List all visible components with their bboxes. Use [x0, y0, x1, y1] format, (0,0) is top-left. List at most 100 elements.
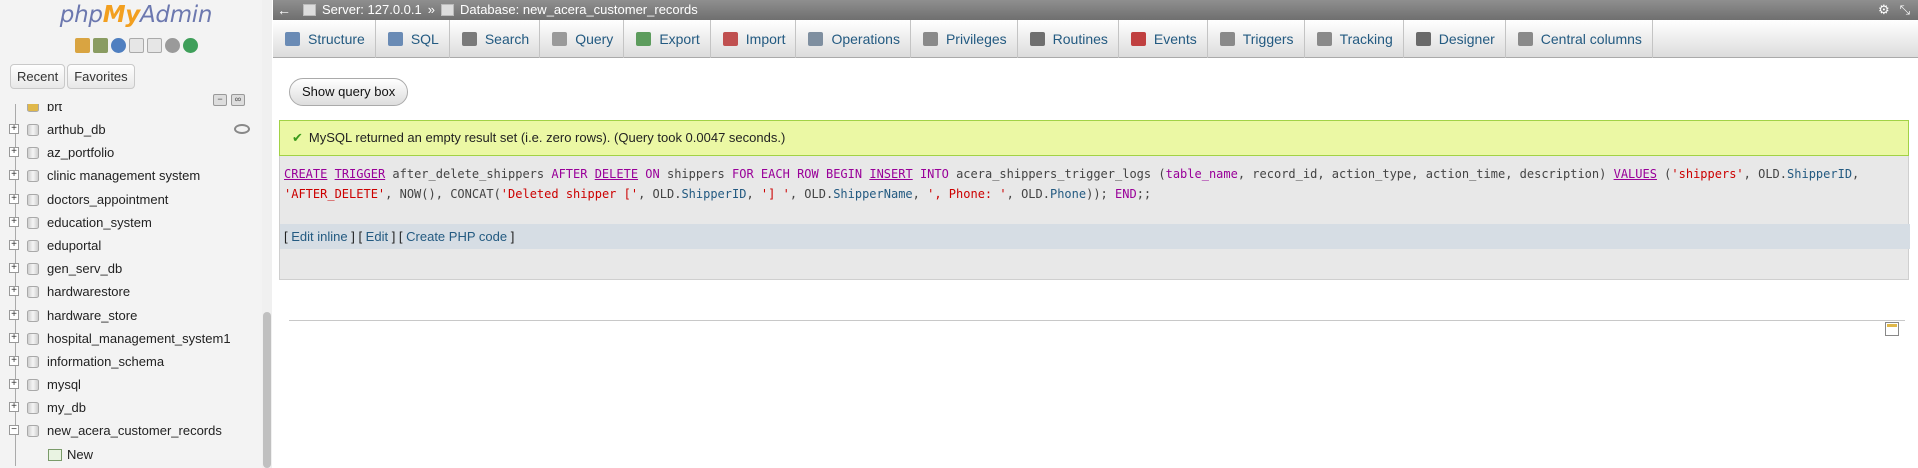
help-icon[interactable] [110, 38, 126, 53]
sql-keyword[interactable]: TRIGGER [335, 167, 386, 181]
tab-designer[interactable]: Designer [1404, 20, 1506, 58]
database-item-eduportal[interactable]: + eduportal [0, 233, 258, 258]
tab-routines[interactable]: Routines [1018, 20, 1119, 58]
database-item-mysql[interactable]: + mysql [0, 373, 258, 397]
edit-inline-link[interactable]: Edit inline [291, 229, 347, 244]
tab-operations[interactable]: Operations [796, 20, 911, 58]
expand-icon[interactable]: + [9, 263, 19, 274]
database-item-hardwarestore[interactable]: + hardwarestore [0, 280, 258, 304]
expand-icon[interactable]: + [9, 170, 19, 181]
database-item-information-schema[interactable]: + information_schema [0, 349, 258, 374]
home-icon[interactable] [74, 38, 90, 53]
tab-export[interactable]: Export [624, 20, 711, 58]
phpmyadmin-logo[interactable]: phpMyAdmin [0, 2, 272, 28]
tree-row-partial[interactable]: brt [0, 104, 258, 118]
settings-icon[interactable] [164, 38, 180, 53]
tab-label: Routines [1052, 31, 1108, 47]
breadcrumb-database[interactable]: Database: new_acera_customer_records [460, 0, 698, 20]
expand-icon[interactable]: + [9, 402, 19, 413]
console-toggle-icon[interactable] [1885, 322, 1899, 336]
expand-icon[interactable]: + [9, 379, 19, 390]
database-item-doctors-appointment[interactable]: + doctors_appointment [0, 187, 258, 211]
database-item-education-system[interactable]: + education_system [0, 210, 258, 234]
collapse-icon[interactable]: − [9, 425, 19, 436]
expand-icon[interactable]: + [9, 332, 19, 343]
expand-icon[interactable]: + [9, 147, 19, 158]
copy-icon[interactable] [146, 38, 162, 53]
tab-query[interactable]: Query [540, 20, 625, 58]
tab-import[interactable]: Import [711, 20, 797, 58]
logo-admin-text: Admin [139, 2, 213, 28]
database-name: mysql [47, 377, 81, 393]
tab-structure[interactable]: Structure [273, 20, 376, 58]
create-php-code-link[interactable]: Create PHP code [406, 229, 507, 244]
expand-icon[interactable]: + [9, 286, 19, 297]
database-name: my_db [47, 400, 87, 416]
favorites-button[interactable]: Favorites [67, 64, 135, 89]
database-item-gen-serv-db[interactable]: + gen_serv_db [0, 257, 258, 281]
logout-icon[interactable] [92, 38, 108, 53]
tab-central-columns[interactable]: Central columns [1506, 20, 1653, 58]
expand-icon[interactable]: + [9, 124, 19, 134]
sql-keyword[interactable]: DELETE [595, 167, 638, 181]
sql-keyword[interactable]: INSERT [869, 167, 912, 181]
tab-sql[interactable]: SQL [376, 20, 450, 58]
tab-events[interactable]: Events [1119, 20, 1208, 58]
database-item-my-db[interactable]: + my_db [0, 396, 258, 420]
eye-icon [1316, 32, 1332, 46]
tab-label: Import [745, 31, 786, 47]
database-item-hardware-store[interactable]: + hardware_store [0, 303, 258, 327]
database-icon [27, 147, 39, 160]
tab-triggers[interactable]: Triggers [1208, 20, 1305, 58]
sql-field: Phone [1049, 187, 1087, 201]
tab-search[interactable]: Search [450, 20, 541, 58]
nav-scrollbar[interactable] [262, 0, 272, 468]
edit-link[interactable]: Edit [366, 229, 388, 244]
database-item-new-acera-customer-records[interactable]: − new_acera_customer_records [0, 419, 258, 443]
server-icon [303, 4, 316, 16]
database-icon [27, 286, 39, 299]
database-name: eduportal [47, 237, 102, 253]
database-icon [27, 170, 39, 183]
expand-icon[interactable]: + [9, 309, 19, 320]
database-item-clinic-management-system[interactable]: + clinic management system [0, 164, 258, 188]
tab-privileges[interactable]: Privileges [911, 20, 1018, 58]
tab-label: SQL [410, 31, 439, 47]
expand-icon[interactable]: + [9, 216, 19, 227]
database-name: hospital_management_system1 [47, 330, 231, 346]
database-item-hospital-management-system1[interactable]: + hospital_management_system1 [0, 326, 258, 350]
tab-tracking[interactable]: Tracking [1305, 20, 1404, 58]
gear-icon[interactable]: ⚙ [1878, 0, 1890, 20]
back-arrow-icon[interactable]: ← [277, 0, 291, 20]
wrench-icon [808, 32, 824, 46]
docs-icon[interactable] [128, 38, 144, 53]
database-name: information_schema [47, 353, 165, 369]
database-name: arthub_db [47, 122, 106, 137]
sql-keyword[interactable]: VALUES [1614, 167, 1657, 181]
expand-icon[interactable]: + [9, 355, 19, 366]
sql-column: table_name [1165, 167, 1238, 181]
database-icon [27, 355, 39, 368]
database-item-arthub-db[interactable]: + arthub_db [0, 118, 258, 142]
breadcrumb-server[interactable]: Server: 127.0.0.1 [322, 0, 422, 20]
sql-keyword[interactable]: CREATE [284, 167, 327, 181]
tab-label: Query [575, 31, 614, 47]
expand-icon[interactable]: + [9, 193, 19, 204]
collapse-topbar-icon[interactable]: ⤡ [1900, 0, 1910, 20]
database-name: hardware_store [47, 307, 138, 323]
database-name: az_portfolio [47, 145, 115, 161]
database-item-az-portfolio[interactable]: + az_portfolio [0, 141, 258, 165]
sql-identifier: acera_shippers_trigger_logs ( [948, 167, 1166, 181]
show-hidden-icon[interactable] [234, 124, 250, 134]
show-query-box-button[interactable]: Show query box [289, 78, 409, 106]
new-table-item[interactable]: New [0, 442, 258, 466]
expand-icon[interactable]: + [9, 239, 19, 250]
tab-label: Operations [831, 31, 900, 47]
database-icon [27, 309, 39, 322]
reload-icon[interactable] [182, 38, 198, 53]
database-tree: brt + arthub_db + az_portfolio + clinic … [0, 104, 258, 468]
sql-keyword: AFTER [551, 167, 588, 181]
breadcrumb-separator: » [427, 2, 435, 17]
nav-scrollbar-thumb[interactable] [263, 312, 271, 468]
recent-button[interactable]: Recent [10, 64, 66, 89]
